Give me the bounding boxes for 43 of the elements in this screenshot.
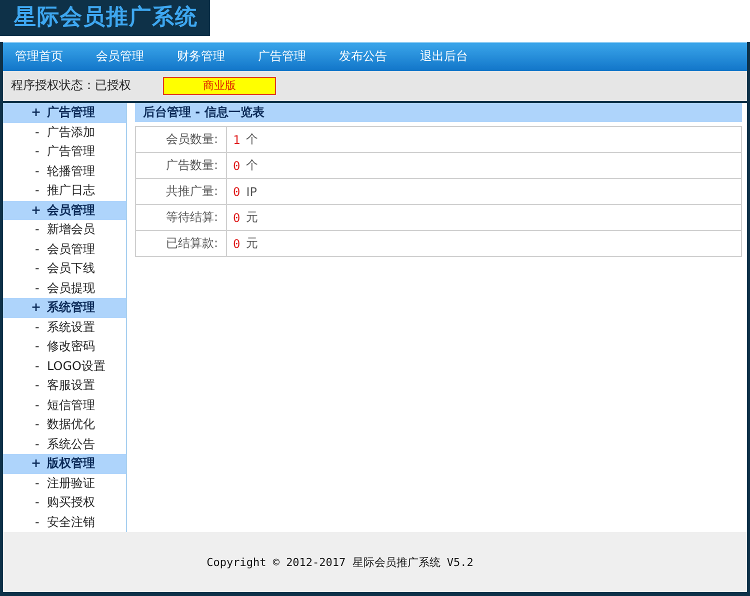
sidebar-item[interactable]: - 数据优化 (3, 415, 126, 435)
sidebar-item[interactable]: - 短信管理 (3, 396, 126, 416)
unit-label: 元 (246, 235, 258, 252)
unit-label: IP (246, 184, 258, 199)
sidebar-item[interactable]: - 会员下线 (3, 259, 126, 279)
sidebar-item[interactable]: - 轮播管理 (3, 162, 126, 182)
sidebar-item[interactable]: - 会员管理 (3, 240, 126, 260)
row-label: 已结算款: (136, 231, 227, 256)
count-value: 0 (233, 236, 240, 251)
count-value: 0 (233, 158, 240, 173)
edition-badge: 商业版 (163, 76, 276, 95)
sidebar-item[interactable]: - 推广日志 (3, 181, 126, 201)
row-label: 等待结算: (136, 205, 227, 230)
count-value: 0 (233, 210, 240, 225)
sidebar-item[interactable]: - 广告管理 (3, 142, 126, 162)
sidebar-group-header[interactable]: + 系统管理 (3, 298, 126, 318)
row-label: 会员数量: (136, 127, 227, 152)
license-status: 程序授权状态：已授权 (11, 77, 132, 94)
sidebar-item[interactable]: - 客服设置 (3, 376, 126, 396)
sidebar-item[interactable]: - 修改密码 (3, 337, 126, 357)
copyright-text: Copyright © 2012-2017 星际会员推广系统 V5.2 (206, 554, 474, 570)
logo-title: 星际会员推广系统 (0, 0, 210, 36)
unit-label: 个 (246, 131, 258, 148)
sidebar-group-header[interactable]: + 会员管理 (3, 200, 126, 220)
row-label: 广告数量: (136, 153, 227, 178)
sidebar-item[interactable]: - 系统设置 (3, 318, 126, 338)
sidebar-item[interactable]: - 会员提现 (3, 278, 126, 298)
sidebar-item[interactable]: - 广告添加 (3, 122, 126, 142)
panel-title: 后台管理 - 信息一览表 (135, 103, 742, 122)
sidebar-group-header[interactable]: + 广告管理 (3, 103, 126, 123)
count-value: 1 (233, 132, 240, 147)
count-value: 0 (233, 184, 240, 199)
sidebar-item[interactable]: - 系统公告 (3, 434, 126, 454)
row-label: 共推广量: (136, 179, 227, 204)
nav-link[interactable]: 退出后台 (420, 48, 468, 66)
sidebar-item[interactable]: - 购买授权 (3, 493, 126, 513)
sidebar-group-header[interactable]: + 版权管理 (3, 454, 126, 474)
sidebar-item[interactable]: - 注册验证 (3, 474, 126, 494)
unit-label: 个 (246, 157, 258, 174)
sidebar-item[interactable]: - 安全注销 (3, 512, 126, 532)
sidebar-item[interactable]: - 新增会员 (3, 220, 126, 240)
unit-label: 元 (246, 209, 258, 226)
sidebar-item[interactable]: - LOGO设置 (3, 356, 126, 376)
